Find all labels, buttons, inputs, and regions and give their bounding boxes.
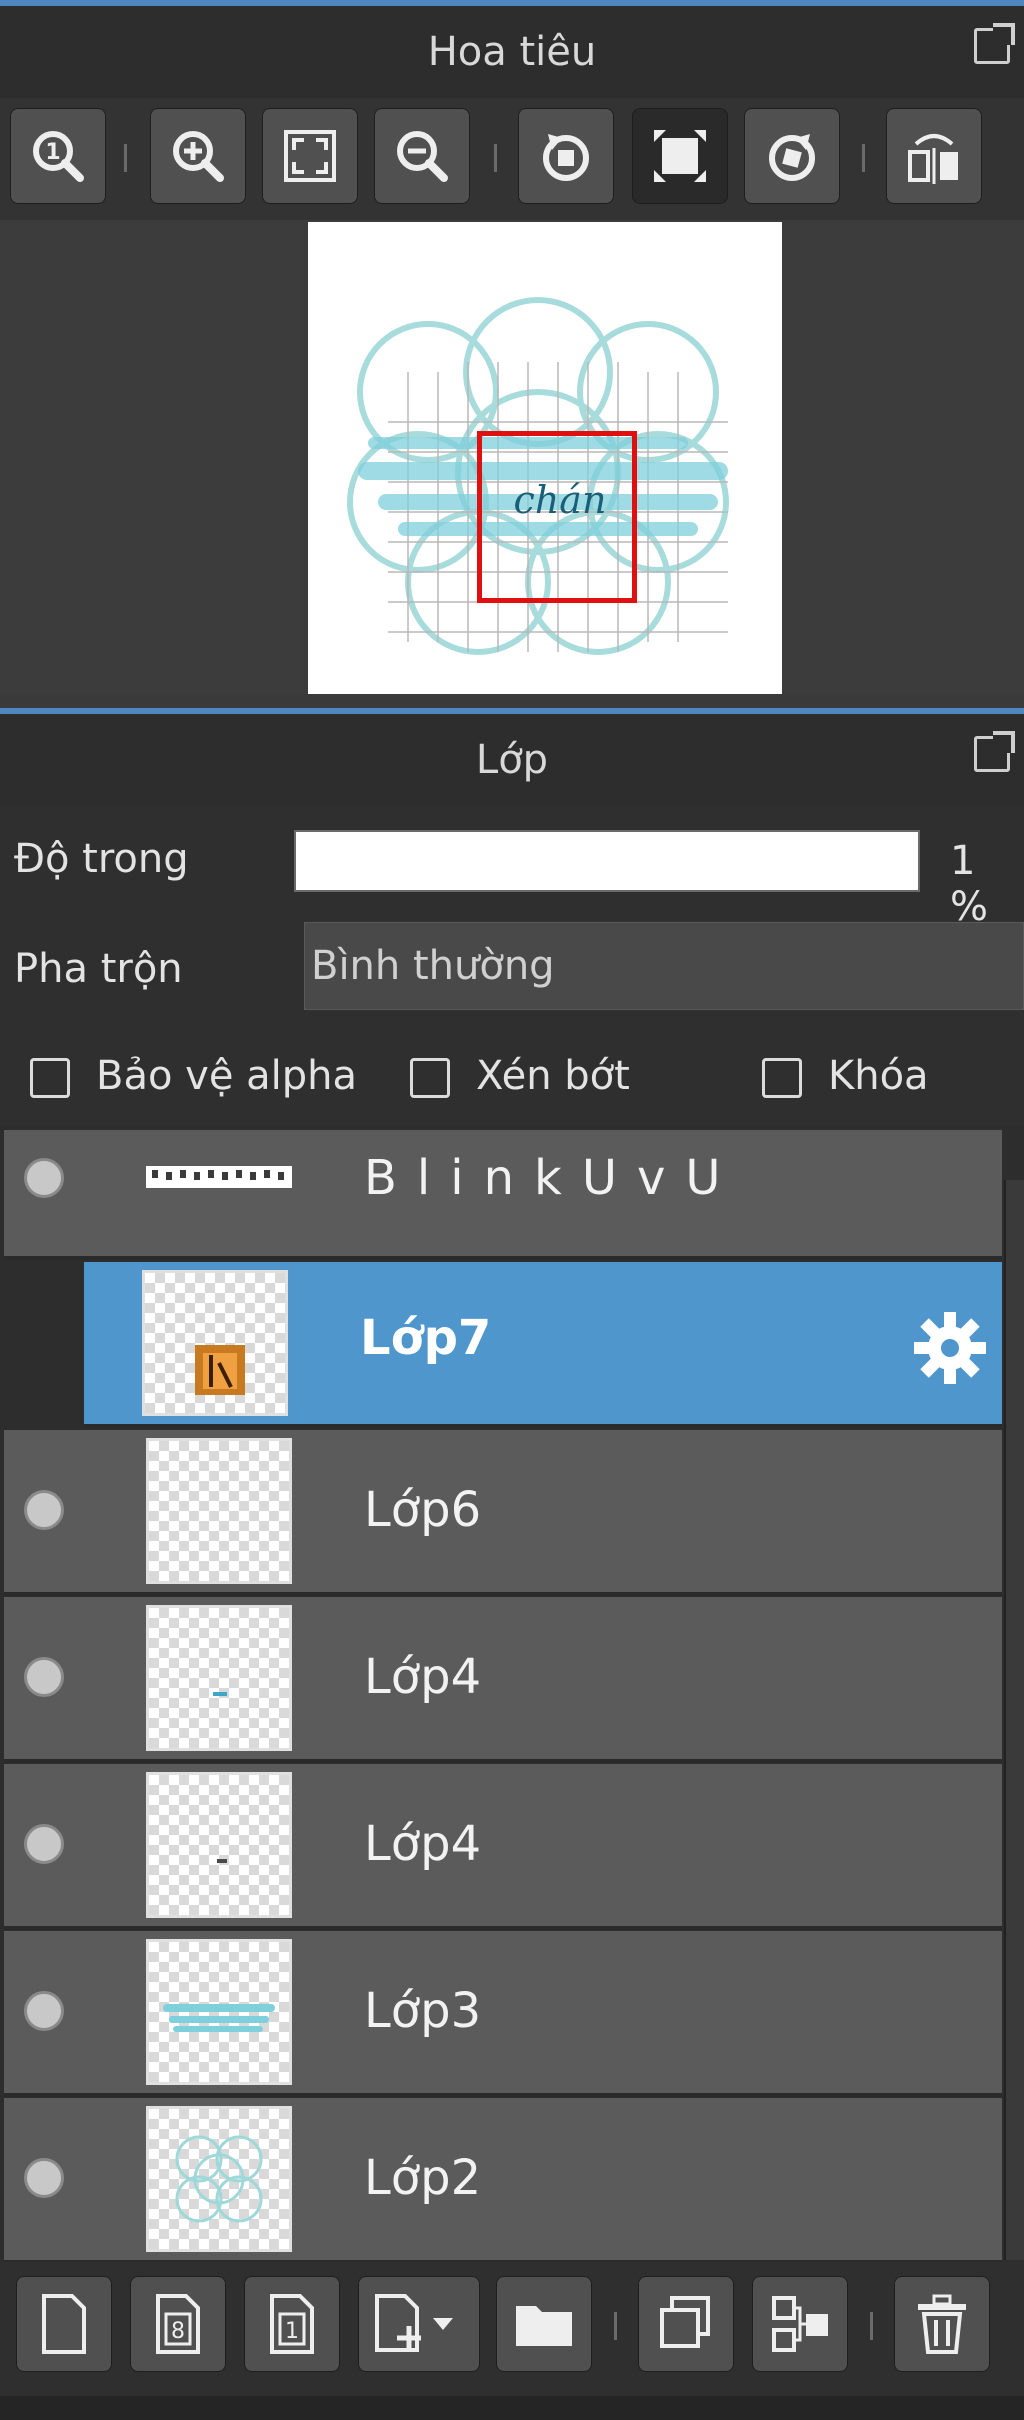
- reset-view-button[interactable]: [632, 108, 728, 204]
- visibility-toggle-icon[interactable]: [24, 1158, 64, 1198]
- merge-down-button[interactable]: [752, 2276, 848, 2372]
- zoom-actual-icon: 1: [33, 131, 84, 182]
- clipping-checkbox[interactable]: [410, 1058, 450, 1098]
- layer-row-lop3[interactable]: Lớp3: [4, 1931, 1002, 2097]
- layer-row-lop2[interactable]: Lớp2: [4, 2098, 1002, 2264]
- panel-bottom-edge: [0, 2396, 1024, 2420]
- layer-thumbnail: [146, 2106, 292, 2252]
- visibility-toggle-icon[interactable]: [24, 1490, 64, 1530]
- viewport-frame[interactable]: [477, 431, 637, 603]
- toolbar-separator: [870, 2312, 873, 2340]
- svg-text:8: 8: [171, 2319, 185, 2344]
- layer-thumbnail: [146, 1939, 292, 2085]
- navigator-header: Hoa tiêu: [0, 6, 1024, 98]
- layer-row-lop6[interactable]: Lớp6: [4, 1430, 1002, 1596]
- layer-row-lop4-b[interactable]: Lớp4: [4, 1764, 1002, 1930]
- delete-layer-button[interactable]: [894, 2276, 990, 2372]
- duplicate-layer-icon: [660, 2296, 710, 2348]
- layer-thumbnail: [146, 1438, 292, 1584]
- new-folder-icon: [516, 2306, 572, 2346]
- zoom-in-icon: [173, 131, 224, 182]
- rotate-right-button[interactable]: [744, 108, 840, 204]
- layer-name: Lớp3: [364, 1983, 482, 2039]
- toolbar-separator: [862, 144, 865, 172]
- fit-screen-icon: [284, 130, 336, 182]
- flip-horizontal-button[interactable]: [886, 108, 982, 204]
- blend-mode-value: Bình thường: [311, 943, 555, 989]
- gear-icon[interactable]: [912, 1310, 988, 1386]
- add-layer-dropdown-icon: [375, 2294, 453, 2352]
- svg-text:1: 1: [285, 2319, 299, 2344]
- delete-layer-icon: [918, 2294, 966, 2354]
- layer-row-lop4-a[interactable]: Lớp4: [4, 1597, 1002, 1763]
- layer-name: Lớp6: [364, 1482, 482, 1538]
- opacity-slider[interactable]: [294, 830, 920, 892]
- protect-alpha-label: Bảo vệ alpha: [96, 1053, 358, 1099]
- layer-name: BlinkUvU: [364, 1150, 741, 1206]
- rotate-left-button[interactable]: [518, 108, 614, 204]
- layer-name: Lớp4: [364, 1649, 482, 1705]
- visibility-toggle-icon[interactable]: [24, 1824, 64, 1864]
- new-1bit-layer-button[interactable]: 1: [244, 2276, 340, 2372]
- lock-label: Khóa: [828, 1053, 929, 1099]
- layers-popout-icon[interactable]: [974, 731, 1015, 772]
- new-1bit-layer-icon: 1: [270, 2294, 314, 2354]
- layer-thumbnail: [142, 1270, 288, 1416]
- visibility-toggle-icon[interactable]: [24, 2158, 64, 2198]
- toolbar-separator: [494, 144, 497, 172]
- layer-name: Lớp7: [360, 1310, 492, 1366]
- zoom-actual-button[interactable]: 1: [10, 108, 106, 204]
- opacity-value: 1 %: [950, 838, 989, 930]
- zoom-out-button[interactable]: [374, 108, 470, 204]
- duplicate-layer-button[interactable]: [638, 2276, 734, 2372]
- lock-checkbox[interactable]: [762, 1058, 802, 1098]
- svg-text:1: 1: [45, 140, 60, 165]
- layer-list-scrollbar[interactable]: [1004, 1180, 1024, 2260]
- merge-down-icon: [772, 2296, 828, 2352]
- blend-mode-select[interactable]: Bình thường: [304, 922, 1024, 1010]
- visibility-toggle-icon[interactable]: [24, 1991, 64, 2031]
- opacity-label: Độ trong: [14, 836, 189, 882]
- flip-horizontal-icon: [908, 134, 958, 184]
- layer-row-blinkuvu[interactable]: BlinkUvU: [4, 1130, 1002, 1260]
- navigator-popout-icon[interactable]: [974, 23, 1015, 64]
- fit-screen-button[interactable]: [262, 108, 358, 204]
- new-8bit-layer-icon: 8: [156, 2294, 200, 2354]
- blend-label: Pha trộn: [14, 946, 183, 992]
- rotate-left-icon: [543, 134, 589, 181]
- new-folder-button[interactable]: [496, 2276, 592, 2372]
- toolbar-separator: [614, 2312, 617, 2340]
- layer-row-lop7[interactable]: Lớp7: [84, 1262, 1002, 1428]
- layer-thumbnail: [146, 1772, 292, 1918]
- navigator-toolbar: 1: [0, 98, 1024, 220]
- layer-name: Lớp2: [364, 2150, 482, 2206]
- visibility-toggle-icon[interactable]: [24, 1657, 64, 1697]
- toolbar-separator: [124, 144, 127, 172]
- rotate-right-icon: [769, 134, 815, 181]
- new-layer-icon: [42, 2294, 86, 2354]
- new-layer-button[interactable]: [16, 2276, 112, 2372]
- layer-name: Lớp4: [364, 1816, 482, 1872]
- navigator-title: Hoa tiêu: [427, 29, 597, 75]
- new-8bit-layer-button[interactable]: 8: [130, 2276, 226, 2372]
- zoom-out-icon: [397, 131, 448, 182]
- protect-alpha-checkbox[interactable]: [30, 1058, 70, 1098]
- zoom-in-button[interactable]: [150, 108, 246, 204]
- add-layer-dropdown-button[interactable]: [358, 2276, 480, 2372]
- clipping-label: Xén bớt: [476, 1053, 630, 1099]
- layers-header: Lớp: [0, 714, 1024, 806]
- layer-thumbnail: [146, 1166, 292, 1188]
- layers-title: Lớp: [475, 737, 549, 783]
- reset-view-icon: [654, 130, 706, 182]
- layer-thumbnail: [146, 1605, 292, 1751]
